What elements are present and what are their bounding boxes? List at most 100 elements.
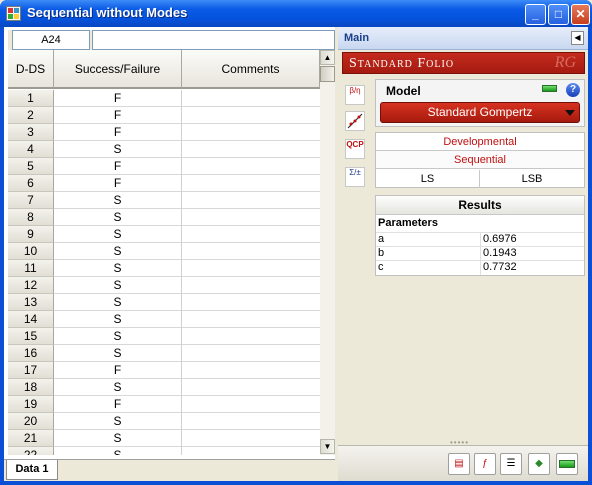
comments-cell[interactable] xyxy=(182,294,320,311)
comments-cell[interactable] xyxy=(182,260,320,277)
tab-data-1[interactable]: Data 1 xyxy=(6,460,58,480)
success-failure-cell[interactable]: S xyxy=(54,226,182,243)
calculate-icon[interactable] xyxy=(556,453,578,475)
table-row[interactable]: 12 S xyxy=(8,277,320,294)
data-grid[interactable]: D-DS Success/Failure Comments 1F2F3F4S5F… xyxy=(8,50,320,455)
table-row[interactable]: 18 S xyxy=(8,379,320,396)
success-failure-cell[interactable]: S xyxy=(54,328,182,345)
row-number[interactable]: 1 xyxy=(8,90,54,107)
success-failure-cell[interactable]: F xyxy=(54,158,182,175)
table-row[interactable]: 5F xyxy=(8,158,320,175)
table-row[interactable]: 14 S xyxy=(8,311,320,328)
panel-collapse-icon[interactable]: ◀ xyxy=(571,31,584,45)
column-header-comments[interactable]: Comments xyxy=(182,50,320,89)
model-dropdown[interactable]: Standard Gompertz xyxy=(380,102,580,123)
formula-input[interactable] xyxy=(92,30,335,50)
row-number[interactable]: 6 xyxy=(8,175,54,192)
tools-icon[interactable]: ◆ xyxy=(528,453,550,475)
scroll-down-icon[interactable]: ▼ xyxy=(320,439,335,454)
table-row[interactable]: 21 S xyxy=(8,430,320,447)
title-bar[interactable]: Sequential without Modes _ □ ✕ xyxy=(0,0,592,27)
row-number[interactable]: 10 xyxy=(8,243,54,260)
table-row[interactable]: 4S xyxy=(8,141,320,158)
comments-cell[interactable] xyxy=(182,124,320,141)
success-failure-cell[interactable]: S xyxy=(54,192,182,209)
comments-cell[interactable] xyxy=(182,379,320,396)
pdf-icon[interactable]: ▤ xyxy=(448,453,470,475)
row-number[interactable]: 16 xyxy=(8,345,54,362)
scroll-thumb[interactable] xyxy=(320,66,335,82)
success-failure-cell[interactable]: F xyxy=(54,124,182,141)
comments-cell[interactable] xyxy=(182,430,320,447)
row-number[interactable]: 12 xyxy=(8,277,54,294)
help-icon[interactable]: ? xyxy=(566,83,580,97)
row-number[interactable]: 17 xyxy=(8,362,54,379)
success-failure-cell[interactable]: S xyxy=(54,209,182,226)
close-button[interactable]: ✕ xyxy=(571,4,590,25)
row-number[interactable]: 19 xyxy=(8,396,54,413)
option-sequential[interactable]: Sequential xyxy=(376,151,584,169)
comments-cell[interactable] xyxy=(182,226,320,243)
table-row[interactable]: 19 F xyxy=(8,396,320,413)
row-number[interactable]: 18 xyxy=(8,379,54,396)
success-failure-cell[interactable]: F xyxy=(54,396,182,413)
table-row[interactable]: 10 S xyxy=(8,243,320,260)
row-number[interactable]: 3 xyxy=(8,124,54,141)
scroll-up-icon[interactable]: ▲ xyxy=(320,50,335,65)
table-icon[interactable]: ☰ xyxy=(500,453,522,475)
column-header-dds[interactable]: D-DS xyxy=(8,50,54,89)
success-failure-cell[interactable]: F xyxy=(54,175,182,192)
option-ls[interactable]: LS xyxy=(376,170,480,188)
row-number[interactable]: 13 xyxy=(8,294,54,311)
row-number[interactable]: 21 xyxy=(8,430,54,447)
success-failure-cell[interactable]: S xyxy=(54,345,182,362)
comments-cell[interactable] xyxy=(182,107,320,124)
row-number[interactable]: 4 xyxy=(8,141,54,158)
table-row[interactable]: 9S xyxy=(8,226,320,243)
comments-cell[interactable] xyxy=(182,277,320,294)
row-number[interactable]: 11 xyxy=(8,260,54,277)
table-row[interactable]: 11 S xyxy=(8,260,320,277)
success-failure-cell[interactable]: S xyxy=(54,294,182,311)
transfer-icon[interactable]: Σ/± xyxy=(345,167,365,187)
row-number[interactable]: 7 xyxy=(8,192,54,209)
column-header-success-failure[interactable]: Success/Failure xyxy=(54,50,182,89)
table-row[interactable]: 7S xyxy=(8,192,320,209)
maximize-button[interactable]: □ xyxy=(548,4,569,25)
table-row[interactable]: 6F xyxy=(8,175,320,192)
table-row[interactable]: 22 S xyxy=(8,447,320,455)
row-number[interactable]: 2 xyxy=(8,107,54,124)
comments-cell[interactable] xyxy=(182,345,320,362)
qcp-icon[interactable]: QCP xyxy=(345,139,365,159)
option-developmental[interactable]: Developmental xyxy=(376,133,584,151)
comments-cell[interactable] xyxy=(182,243,320,260)
row-number[interactable]: 9 xyxy=(8,226,54,243)
success-failure-cell[interactable]: S xyxy=(54,430,182,447)
table-row[interactable]: 17 F xyxy=(8,362,320,379)
table-row[interactable]: 1F xyxy=(8,90,320,107)
success-failure-cell[interactable]: S xyxy=(54,413,182,430)
comments-cell[interactable] xyxy=(182,141,320,158)
comments-cell[interactable] xyxy=(182,447,320,455)
success-failure-cell[interactable]: S xyxy=(54,379,182,396)
comments-cell[interactable] xyxy=(182,175,320,192)
minimize-button[interactable]: _ xyxy=(525,4,546,25)
table-row[interactable]: 20 S xyxy=(8,413,320,430)
table-row[interactable]: 13 S xyxy=(8,294,320,311)
comments-cell[interactable] xyxy=(182,413,320,430)
success-failure-cell[interactable]: S xyxy=(54,260,182,277)
plot-icon[interactable] xyxy=(345,111,365,131)
comments-cell[interactable] xyxy=(182,158,320,175)
comments-cell[interactable] xyxy=(182,362,320,379)
comments-cell[interactable] xyxy=(182,328,320,345)
success-failure-cell[interactable]: S xyxy=(54,243,182,260)
success-failure-cell[interactable]: F xyxy=(54,90,182,107)
success-failure-cell[interactable]: F xyxy=(54,107,182,124)
success-failure-cell[interactable]: S xyxy=(54,447,182,455)
row-number[interactable]: 14 xyxy=(8,311,54,328)
success-failure-cell[interactable]: S xyxy=(54,141,182,158)
success-failure-cell[interactable]: S xyxy=(54,277,182,294)
table-row[interactable]: 15 S xyxy=(8,328,320,345)
table-row[interactable]: 16 S xyxy=(8,345,320,362)
comments-cell[interactable] xyxy=(182,192,320,209)
